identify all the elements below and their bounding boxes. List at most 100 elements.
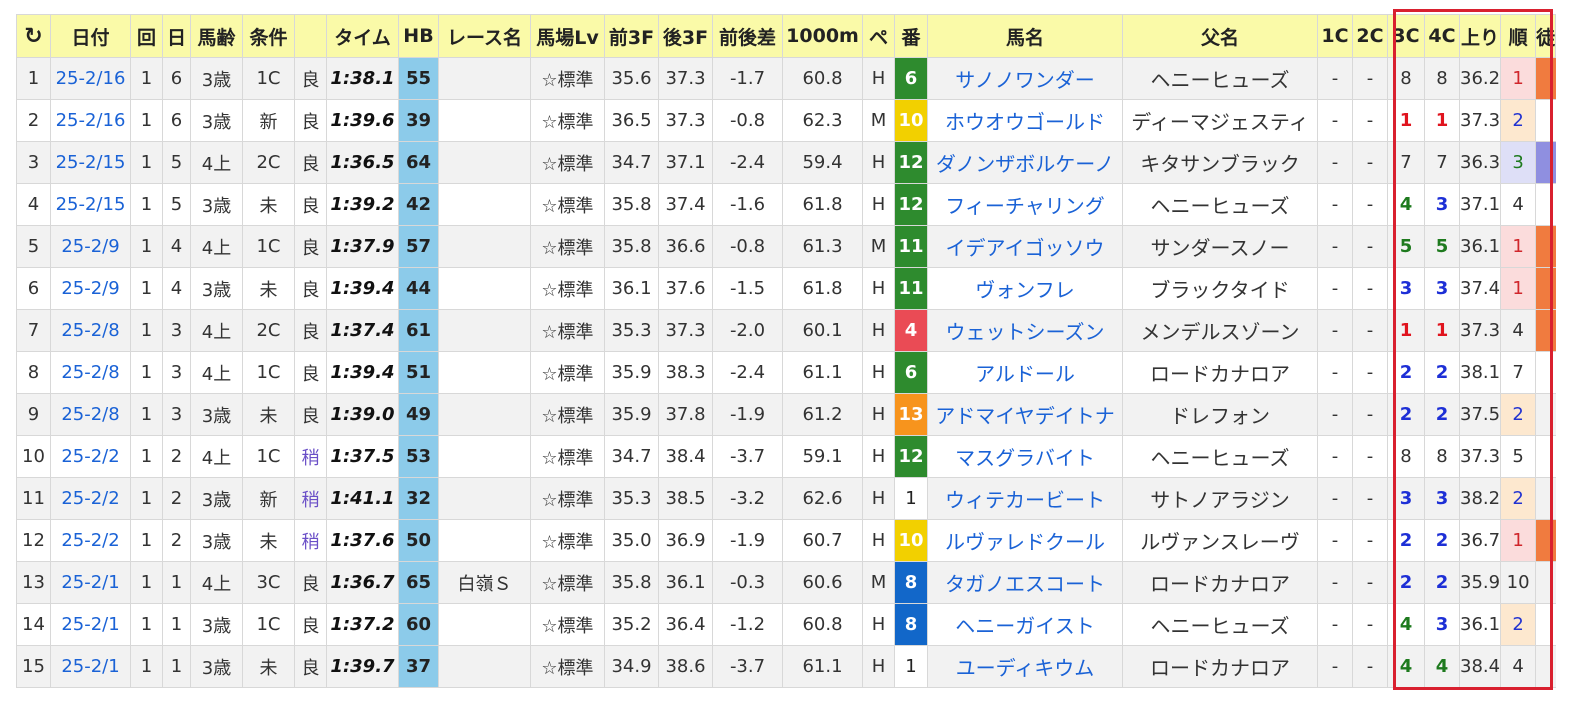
date-cell[interactable]: 25-2/2: [50, 435, 131, 478]
header-1000m[interactable]: 1000m: [782, 14, 863, 58]
date-cell[interactable]: 25-2/9: [50, 225, 131, 268]
horse-name-cell[interactable]: アルドール: [927, 351, 1123, 394]
horse-link[interactable]: タガノエスコート: [945, 572, 1105, 596]
header-first-3f[interactable]: 前3F: [604, 14, 659, 58]
header-hb[interactable]: HB: [398, 14, 439, 58]
horse-name-cell[interactable]: フィーチャリング: [927, 183, 1123, 226]
date-cell[interactable]: 25-2/15: [50, 141, 131, 184]
date-cell[interactable]: 25-2/1: [50, 603, 131, 646]
horse-name-cell[interactable]: ホウオウゴールド: [927, 99, 1123, 142]
header-pace[interactable]: ペ: [862, 14, 895, 58]
date-cell[interactable]: 25-2/2: [50, 477, 131, 520]
table-row[interactable]: 7 25-2/8 1 3 4上 2C 良 1:37.4 61 ☆標準 35.3 37.3 -2.0 60.…: [16, 309, 1556, 352]
date-link[interactable]: 25-2/16: [56, 110, 126, 131]
horse-name-cell[interactable]: ウェットシーズン: [927, 309, 1123, 352]
header-agari[interactable]: 上り: [1458, 14, 1502, 58]
horse-link[interactable]: イデアイゴッソウ: [946, 236, 1105, 260]
horse-link[interactable]: ウィテカービート: [945, 488, 1105, 512]
horse-name-cell[interactable]: ルヴァレドクール: [927, 519, 1123, 562]
table-row[interactable]: 4 25-2/15 1 5 3歳未良 1:39.2 42 ☆標準 35.8 37.4 -1.6 61.…: [16, 183, 1556, 226]
table-row[interactable]: 11 25-2/2 1 2 3歳新稍 1:41.1 32 ☆標準 35.3 38.5 -3.2 62.…: [16, 477, 1556, 520]
horse-name-cell[interactable]: マスグラバイト: [927, 435, 1123, 478]
date-link[interactable]: 25-2/8: [61, 404, 119, 425]
date-link[interactable]: 25-2/2: [61, 530, 119, 551]
date-link[interactable]: 25-2/1: [61, 656, 119, 677]
date-cell[interactable]: 25-2/16: [50, 99, 131, 142]
date-cell[interactable]: 25-2/2: [50, 519, 131, 562]
header-condition[interactable]: 条件: [242, 14, 295, 58]
horse-link[interactable]: サノノワンダー: [955, 68, 1095, 92]
table-row[interactable]: 3 25-2/15 1 5 4上 2C 良 1:36.5 64 ☆標準 34.7 37.1 -2.4 59…: [16, 141, 1556, 184]
header-4c[interactable]: 4C: [1424, 14, 1460, 58]
date-cell[interactable]: 25-2/8: [50, 309, 131, 352]
header-age[interactable]: 馬齢: [190, 14, 243, 58]
horse-link[interactable]: ルヴァレドクール: [945, 530, 1105, 554]
horse-name-cell[interactable]: タガノエスコート: [927, 561, 1123, 604]
horse-link[interactable]: ヘニーガイスト: [955, 614, 1094, 638]
header-sire-name[interactable]: 父名: [1122, 14, 1318, 58]
header-baba-lv[interactable]: 馬場Lv: [530, 14, 605, 58]
date-link[interactable]: 25-2/9: [61, 236, 119, 257]
horse-link[interactable]: フィーチャリング: [945, 194, 1104, 218]
horse-link[interactable]: ホウオウゴールド: [945, 110, 1105, 134]
header-1c[interactable]: 1C: [1317, 14, 1353, 58]
table-row[interactable]: 10 25-2/2 1 2 4上 1C 稍 1:37.5 53 ☆標準 34.7 38.4 -3.7 59…: [16, 435, 1556, 478]
horse-name-cell[interactable]: サノノワンダー: [927, 57, 1123, 100]
date-link[interactable]: 25-2/2: [61, 488, 119, 509]
horse-link[interactable]: アルドール: [975, 362, 1075, 386]
horse-name-cell[interactable]: ユーディキウム: [927, 645, 1123, 688]
horse-link[interactable]: ユーディキウム: [956, 656, 1095, 680]
table-row[interactable]: 8 25-2/8 1 3 4上 1C 良 1:39.4 51 ☆標準 35.9 38.3 -2.4 61.…: [16, 351, 1556, 394]
horse-name-cell[interactable]: ウィテカービート: [927, 477, 1123, 520]
date-cell[interactable]: 25-2/16: [50, 57, 131, 100]
date-cell[interactable]: 25-2/1: [50, 561, 131, 604]
horse-name-cell[interactable]: ダノンザボルケーノ: [927, 141, 1123, 184]
header-last-3f[interactable]: 後3F: [658, 14, 713, 58]
date-link[interactable]: 25-2/16: [56, 68, 126, 89]
table-row[interactable]: 15 25-2/1 1 1 3歳未良 1:39.7 37 ☆標準 34.9 38.6 -3.7 61.…: [16, 645, 1556, 688]
table-row[interactable]: 1 25-2/16 1 6 3歳 1C 良 1:38.1 55 ☆標準 35.6 37.3 -1.7 60…: [16, 57, 1556, 100]
header-date[interactable]: 日付: [50, 14, 131, 58]
date-link[interactable]: 25-2/15: [56, 152, 126, 173]
header-ban[interactable]: 番: [894, 14, 928, 58]
header-2c[interactable]: 2C: [1352, 14, 1388, 58]
horse-link[interactable]: ヴォンフレ: [975, 278, 1074, 302]
date-link[interactable]: 25-2/8: [61, 362, 119, 383]
header-time[interactable]: タイム: [326, 14, 399, 58]
horse-name-cell[interactable]: ヴォンフレ: [927, 267, 1123, 310]
header-horse-name[interactable]: 馬名: [927, 14, 1123, 58]
header-race-name[interactable]: レース名: [438, 14, 531, 58]
table-row[interactable]: 14 25-2/1 1 1 3歳 1C 良 1:37.2 60 ☆標準 35.2 36.4 -1.2 60…: [16, 603, 1556, 646]
horse-link[interactable]: ウェットシーズン: [946, 320, 1105, 344]
date-link[interactable]: 25-2/9: [61, 278, 119, 299]
header-rank[interactable]: 順: [1500, 14, 1537, 58]
table-row[interactable]: 12 25-2/2 1 2 3歳未稍 1:37.6 50 ☆標準 35.0 36.9 -1.9 60.…: [16, 519, 1556, 562]
header-diff[interactable]: 前後差: [712, 14, 783, 58]
date-cell[interactable]: 25-2/8: [50, 351, 131, 394]
horse-link[interactable]: ダノンザボルケーノ: [936, 152, 1114, 176]
table-row[interactable]: 5 25-2/9 1 4 4上 1C 良 1:37.9 57 ☆標準 35.8 36.6 -0.8 61.…: [16, 225, 1556, 268]
date-link[interactable]: 25-2/8: [61, 320, 119, 341]
horse-link[interactable]: マスグラバイト: [955, 446, 1095, 470]
date-cell[interactable]: 25-2/9: [50, 267, 131, 310]
header-kai[interactable]: 回: [130, 14, 163, 58]
date-link[interactable]: 25-2/1: [61, 614, 119, 635]
date-link[interactable]: 25-2/15: [56, 194, 126, 215]
header-day[interactable]: 日: [162, 14, 191, 58]
header-cut[interactable]: 徒: [1535, 14, 1557, 58]
header-3c[interactable]: 3C: [1387, 14, 1425, 58]
refresh-icon[interactable]: ↻: [24, 24, 42, 49]
header-refresh[interactable]: ↻: [16, 14, 51, 58]
table-row[interactable]: 2 25-2/16 1 6 3歳新良 1:39.6 39 ☆標準 36.5 37.3 -0.8 62.…: [16, 99, 1556, 142]
horse-name-cell[interactable]: ヘニーガイスト: [927, 603, 1123, 646]
date-cell[interactable]: 25-2/8: [50, 393, 131, 436]
table-row[interactable]: 6 25-2/9 1 4 3歳未良 1:39.4 44 ☆標準 36.1 37.6 -1.5 61.8…: [16, 267, 1556, 310]
date-link[interactable]: 25-2/2: [61, 446, 119, 467]
table-row[interactable]: 13 25-2/1 1 1 4上 3C 良 1:36.7 65 白嶺Ｓ ☆標準 35.8 36.1 -0.…: [16, 561, 1556, 604]
header-track[interactable]: [294, 14, 327, 58]
horse-name-cell[interactable]: アドマイヤデイトナ: [927, 393, 1123, 436]
date-link[interactable]: 25-2/1: [61, 572, 119, 593]
horse-name-cell[interactable]: イデアイゴッソウ: [927, 225, 1123, 268]
horse-link[interactable]: アドマイヤデイトナ: [935, 404, 1114, 428]
table-row[interactable]: 9 25-2/8 1 3 3歳未良 1:39.0 49 ☆標準 35.9 37.8 -1.9 61.2…: [16, 393, 1556, 436]
